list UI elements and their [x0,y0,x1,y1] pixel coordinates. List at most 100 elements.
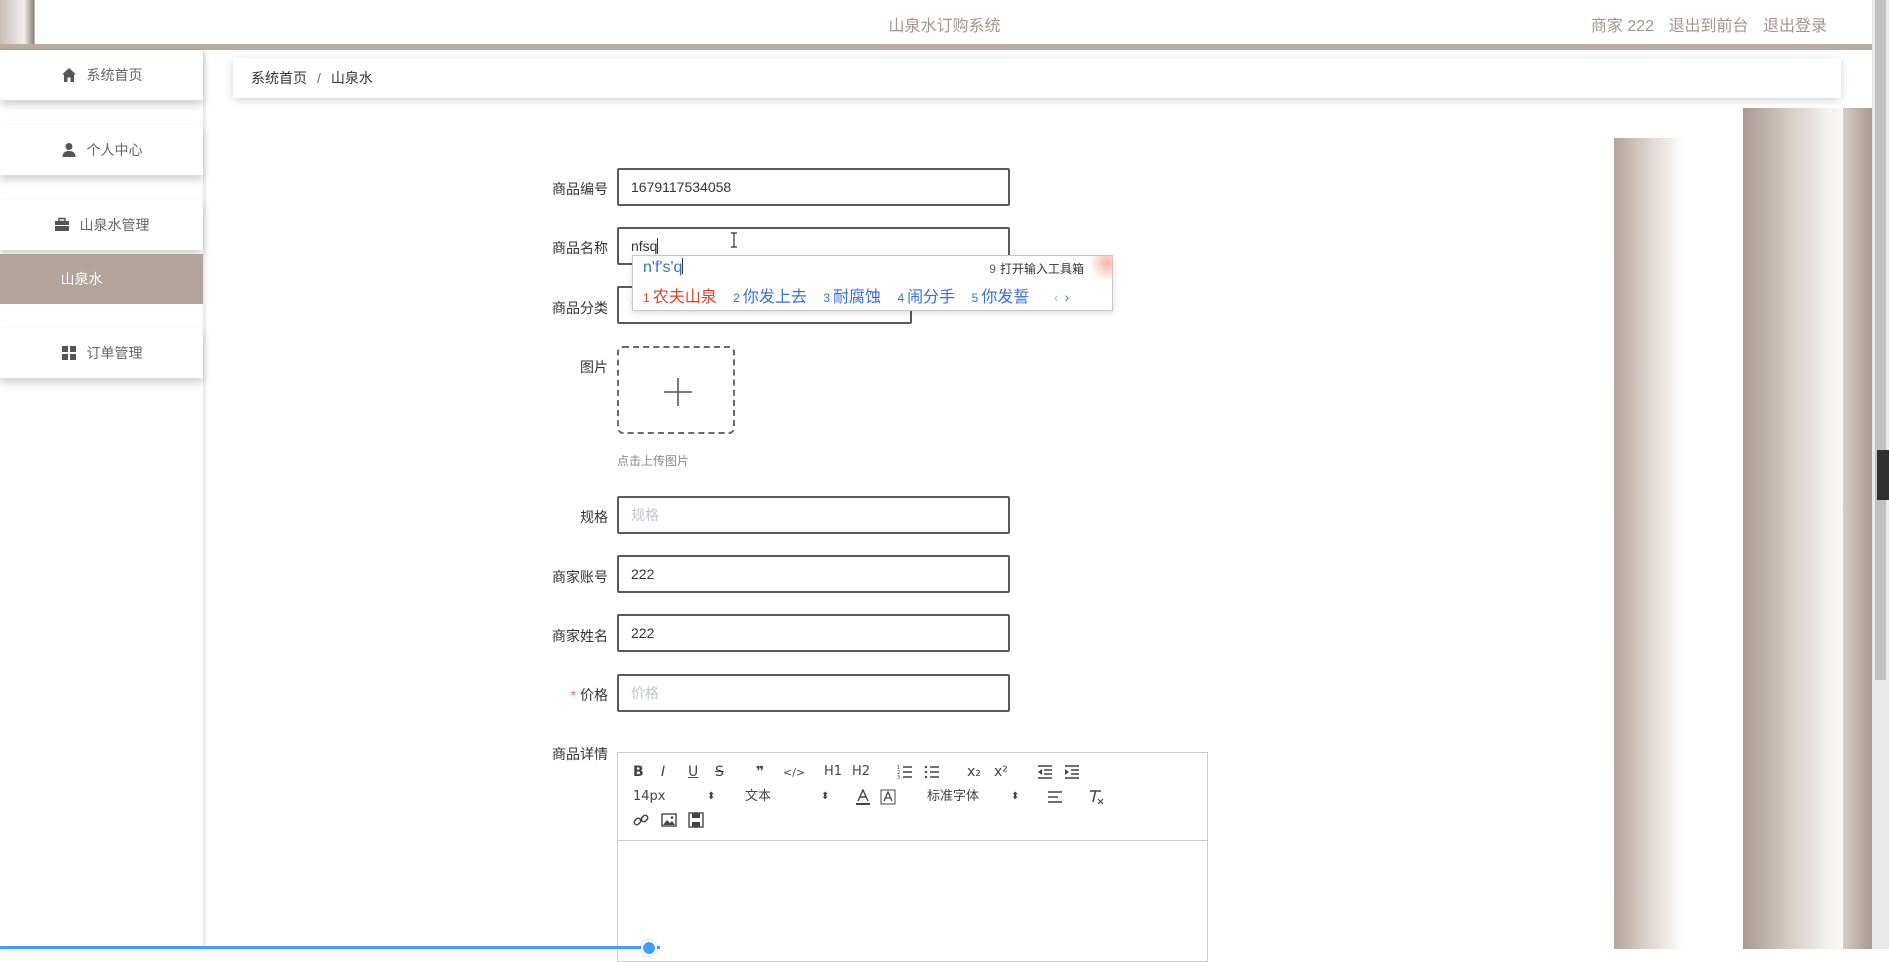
background-decoration [1743,108,1855,949]
font-size-select[interactable]: 14px ⬍ [633,789,715,805]
background-decoration [1614,138,1684,949]
sidebar-item-home[interactable]: 系统首页 [0,50,203,100]
scrollbar-thumb[interactable] [1875,0,1886,680]
breadcrumb-separator: / [317,70,321,86]
candidate-number: 4 [897,291,905,305]
home-icon [61,68,76,82]
header-select[interactable]: 文本 ⬍ [745,789,829,805]
rich-text-editor: B I U S ❞ </> H1 H2 123 x₂ x² 14px ⬍ 文本 ⬍ … [617,752,1208,962]
ime-cursor [682,258,684,274]
ime-candidates: 1 农夫山泉 2 你发上去 3 耐腐蚀 4 闹分手 5 你发誓 ‹ › [643,283,1069,307]
header1-button[interactable]: H1 [824,764,842,780]
candidate-text: 你发誓 [981,289,1030,306]
ordered-list-icon[interactable]: 123 [897,764,913,780]
candidate-number: 2 [733,291,740,305]
ime-prev-page[interactable]: ‹ [1054,289,1059,305]
merchant-name-label: 商家姓名 [552,628,608,644]
current-user: 商家 222 [1590,18,1655,35]
product-code-label: 商品编号 [552,181,608,197]
candidate-text: 耐腐蚀 [833,289,882,306]
ime-candidate[interactable]: 2 你发上去 [733,283,807,307]
sidebar-item-label: 订单管理 [86,345,143,361]
category-label: 商品分类 [552,300,608,316]
side-collapse-tab[interactable] [1877,450,1889,500]
sidebar-item-orders[interactable]: 订单管理 [0,328,203,378]
outdent-icon[interactable] [1037,764,1053,780]
price-label: * 价格 [508,685,608,705]
ime-toolbox-number: 9 [989,262,996,276]
breadcrumb: 系统首页 / 山泉水 [233,58,1841,98]
spec-input[interactable]: 规格 [617,496,1010,534]
image-label: 图片 [580,359,608,375]
ime-candidate-popup: n'f's'q 9 打开输入工具箱 1 农夫山泉 2 你发上去 3 耐腐蚀 4 闹分手 5… [632,255,1113,311]
ime-candidate[interactable]: 5 你发誓 [972,283,1030,307]
upload-tip: 点击上传图片 [617,454,690,468]
italic-button[interactable]: I [661,764,665,780]
select-arrows-icon: ⬍ [1011,791,1020,802]
bold-button[interactable]: B [633,764,644,780]
candidate-number: 1 [643,291,650,305]
sidebar-item-label: 个人中心 [86,142,143,158]
svg-text:3: 3 [897,775,900,780]
sidebar-item-water[interactable]: 山泉水 [0,254,203,304]
ime-candidate[interactable]: 1 农夫山泉 [643,283,717,307]
indent-icon[interactable] [1064,764,1080,780]
font-family-value: 标准字体 [927,789,980,804]
editor-toolbar: B I U S ❞ </> H1 H2 123 x₂ x² 14px ⬍ 文本 ⬍ … [618,753,1207,841]
product-name-label: 商品名称 [552,240,608,256]
logout-link[interactable]: 退出登录 [1763,18,1827,35]
merchant-account-input[interactable]: 222 [617,555,1010,593]
user-icon [62,143,75,157]
details-label: 商品详情 [552,746,608,762]
ime-candidate[interactable]: 4 闹分手 [897,283,955,307]
text-color-icon[interactable] [855,789,871,805]
breadcrumb-home[interactable]: 系统首页 [251,68,307,88]
header2-button[interactable]: H2 [852,764,870,780]
product-code-input[interactable]: 1679117534058 [617,168,1010,206]
grid-icon [61,346,76,360]
blockquote-button[interactable]: ❞ [756,764,764,780]
ime-skin-decoration [1090,256,1112,280]
strike-button[interactable]: S [715,764,724,780]
ime-next-page[interactable]: › [1064,289,1069,305]
sidebar: 系统首页 个人中心 山泉水管理 山泉水 订单管理 [0,50,203,949]
briefcase-icon [54,217,69,231]
sidebar-item-profile[interactable]: 个人中心 [0,125,203,175]
price-label-text: 价格 [580,687,608,703]
underline-button[interactable]: U [688,764,698,780]
ime-candidate[interactable]: 3 耐腐蚀 [823,283,881,307]
header-select-value: 文本 [745,789,772,804]
to-frontend-link[interactable]: 退出到前台 [1669,18,1749,35]
select-arrows-icon: ⬍ [821,791,830,802]
candidate-text: 闹分手 [907,289,956,306]
background-color-icon[interactable] [880,789,896,805]
superscript-button[interactable]: x² [994,764,1008,780]
code-block-button[interactable]: </> [783,765,805,781]
image-upload[interactable] [617,346,735,434]
merchant-name-input[interactable]: 222 [617,614,1010,652]
editor-content-area[interactable] [618,841,1207,961]
align-icon[interactable] [1047,789,1063,805]
image-icon[interactable] [661,812,677,828]
scroll-handle[interactable] [641,940,657,956]
candidate-number: 3 [823,291,830,305]
merchant-account-label: 商家账号 [552,569,608,585]
required-mark: * [570,687,576,703]
top-bar: 山泉水订购系统 商家 222 退出到前台 退出登录 [0,0,1872,50]
video-icon[interactable] [688,812,704,828]
link-icon[interactable] [633,812,649,828]
header-actions: 商家 222 退出到前台 退出登录 [1591,12,1827,36]
ime-toolbox-link[interactable]: 9 打开输入工具箱 [989,260,1084,277]
bullet-list-icon[interactable] [924,764,940,780]
subscript-button[interactable]: x₂ [967,764,981,780]
sidebar-item-label: 山泉水 [60,271,103,287]
sidebar-item-water-management[interactable]: 山泉水管理 [0,200,203,250]
clear-format-icon[interactable] [1088,789,1104,805]
page-scrollbar[interactable] [1872,0,1889,949]
background-decoration [1843,108,1872,949]
font-size-value: 14px [633,789,666,804]
font-family-select[interactable]: 标准字体 ⬍ [927,789,1019,805]
price-input[interactable]: 价格 [617,674,1010,712]
candidate-number: 5 [971,291,979,305]
sidebar-item-label: 山泉水管理 [79,217,150,233]
